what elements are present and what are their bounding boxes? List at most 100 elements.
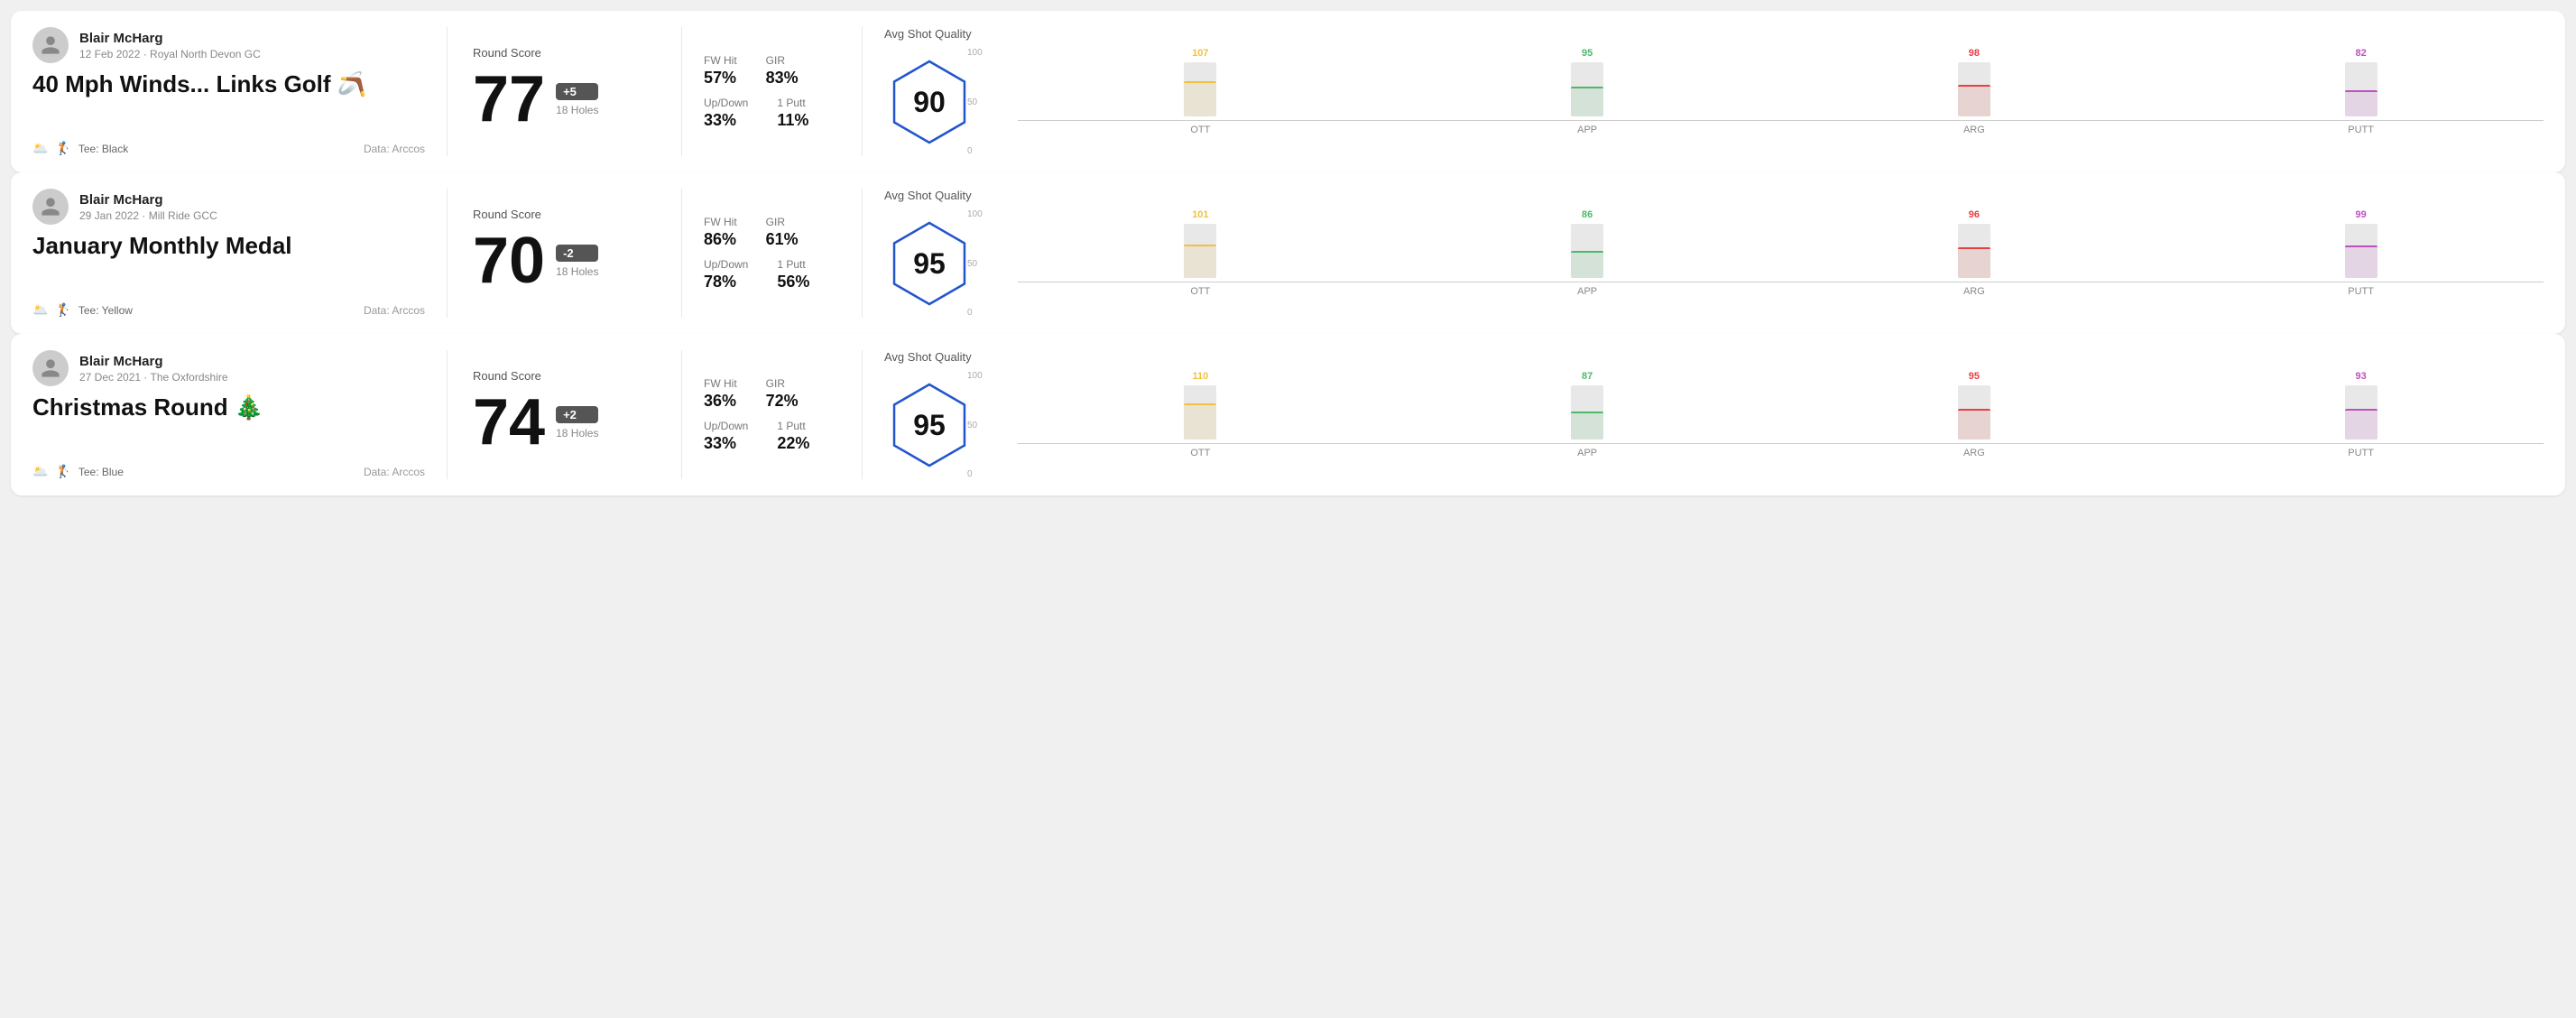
score-big: 74 xyxy=(473,390,545,455)
card-left: Blair McHarg 27 Dec 2021 · The Oxfordshi… xyxy=(32,350,448,479)
gir-label: GIR xyxy=(766,216,799,228)
bar-chart-wrap: 100 50 0 101 86 96 xyxy=(993,209,2544,318)
avatar xyxy=(32,350,69,386)
x-axis-labels: OTTAPPARGPUTT xyxy=(1018,125,2544,135)
weather-icon: 🌥️ xyxy=(32,141,48,156)
round-title: 40 Mph Winds... Links Golf 🪃 xyxy=(32,70,425,98)
score-big: 70 xyxy=(473,228,545,293)
updown-label: Up/Down xyxy=(704,97,748,109)
bar-chart-wrap: 100 50 0 107 95 98 xyxy=(993,48,2544,156)
bar-bg xyxy=(1184,224,1216,278)
gir-value: 72% xyxy=(766,392,799,411)
score-badge: +5 xyxy=(556,83,598,100)
stat-updown: Up/Down 33% xyxy=(704,97,748,130)
bar-bg xyxy=(1571,224,1603,278)
bar-value: 86 xyxy=(1582,209,1593,220)
stats-row-bottom: Up/Down 78% 1 Putt 56% xyxy=(704,258,840,292)
stats-grid: FW Hit 86% GIR 61% Up/Down 78% 1 Putt xyxy=(682,189,863,318)
gir-label: GIR xyxy=(766,377,799,390)
y-axis-labels: 100 50 0 xyxy=(967,48,983,156)
bar-fill xyxy=(1958,409,1990,440)
hexagon-container: 90 xyxy=(884,57,974,147)
weather-icon: 🌥️ xyxy=(32,302,48,318)
fw-hit-value: 57% xyxy=(704,69,737,88)
user-name: Blair McHarg xyxy=(79,192,217,208)
stat-oneputt: 1 Putt 56% xyxy=(777,258,809,292)
bar-x-label: OTT xyxy=(1018,448,1383,458)
round-title: Christmas Round 🎄 xyxy=(32,393,425,421)
stats-row-top: FW Hit 57% GIR 83% xyxy=(704,54,840,88)
quality-section: 95 100 50 0 101 86 xyxy=(884,209,2544,318)
stat-updown: Up/Down 33% xyxy=(704,420,748,453)
data-source: Data: Arccos xyxy=(364,304,425,317)
bar-fill xyxy=(2345,245,2377,278)
tee-label: Tee: Black xyxy=(78,143,128,155)
bar-fill xyxy=(1571,412,1603,440)
bar-chart-wrap: 100 50 0 110 87 95 xyxy=(993,371,2544,479)
bar-x-label: OTT xyxy=(1018,125,1383,135)
bar-x-label: APP xyxy=(1405,286,1770,297)
fw-hit-label: FW Hit xyxy=(704,377,737,390)
bar-group-app: 86 xyxy=(1405,209,1770,278)
bar-value: 101 xyxy=(1192,209,1208,220)
hexagon-container: 95 xyxy=(884,218,974,309)
bars-area: 101 86 96 99 xyxy=(1018,209,2544,282)
bar-x-label: PUTT xyxy=(2178,448,2544,458)
score-row: 70 -2 18 Holes xyxy=(473,228,656,293)
bar-value: 96 xyxy=(1969,209,1980,220)
bar-group-arg: 98 xyxy=(1792,48,2157,116)
data-source: Data: Arccos xyxy=(364,466,425,478)
stats-row-bottom: Up/Down 33% 1 Putt 11% xyxy=(704,97,840,130)
user-icon xyxy=(40,196,61,217)
card-right: Avg Shot Quality 90 100 50 0 107 xyxy=(863,27,2544,156)
card-left: Blair McHarg 29 Jan 2022 · Mill Ride GCC… xyxy=(32,189,448,318)
bag-icon: 🏌️ xyxy=(55,464,70,479)
avg-shot-quality-label: Avg Shot Quality xyxy=(884,350,2544,364)
updown-value: 33% xyxy=(704,111,748,130)
bar-group-app: 87 xyxy=(1405,371,1770,440)
bar-value: 82 xyxy=(2356,48,2367,59)
bar-group-putt: 99 xyxy=(2178,209,2544,278)
stat-fw-hit: FW Hit 36% xyxy=(704,377,737,411)
fw-hit-value: 36% xyxy=(704,392,737,411)
card-middle: Round Score 77 +5 18 Holes xyxy=(448,27,682,156)
oneputt-label: 1 Putt xyxy=(777,258,809,271)
bar-bg xyxy=(1958,224,1990,278)
user-date-course: 27 Dec 2021 · The Oxfordshire xyxy=(79,371,228,384)
holes-label: 18 Holes xyxy=(556,104,598,116)
updown-label: Up/Down xyxy=(704,258,748,271)
bar-bg xyxy=(1571,62,1603,116)
bar-group-ott: 101 xyxy=(1018,209,1383,278)
score-badge: +2 xyxy=(556,406,598,423)
bar-bg xyxy=(2345,62,2377,116)
score-row: 74 +2 18 Holes xyxy=(473,390,656,455)
user-date-course: 12 Feb 2022 · Royal North Devon GC xyxy=(79,48,261,60)
holes-label: 18 Holes xyxy=(556,427,598,440)
avatar xyxy=(32,189,69,225)
updown-value: 78% xyxy=(704,273,748,292)
stat-fw-hit: FW Hit 57% xyxy=(704,54,737,88)
oneputt-label: 1 Putt xyxy=(777,97,808,109)
gir-value: 83% xyxy=(766,69,799,88)
bar-x-label: PUTT xyxy=(2178,125,2544,135)
bar-fill xyxy=(1184,245,1216,278)
score-row: 77 +5 18 Holes xyxy=(473,67,656,132)
tee-label: Tee: Yellow xyxy=(78,304,133,317)
card-footer: 🌥️ 🏌️ Tee: Yellow Data: Arccos xyxy=(32,302,425,318)
score-big: 77 xyxy=(473,67,545,132)
bars-area: 107 95 98 82 xyxy=(1018,48,2544,121)
oneputt-value: 56% xyxy=(777,273,809,292)
bar-chart: 100 50 0 110 87 95 xyxy=(993,371,2544,479)
stat-gir: GIR 61% xyxy=(766,216,799,249)
bar-bg xyxy=(1184,385,1216,440)
bar-x-label: ARG xyxy=(1792,125,2157,135)
bar-value: 110 xyxy=(1193,371,1209,382)
bar-fill xyxy=(2345,90,2377,116)
bar-bg xyxy=(1958,62,1990,116)
score-badge: -2 xyxy=(556,245,598,262)
user-info: Blair McHarg 27 Dec 2021 · The Oxfordshi… xyxy=(32,350,425,386)
round-card: Blair McHarg 27 Dec 2021 · The Oxfordshi… xyxy=(11,334,2565,495)
bar-fill xyxy=(1571,87,1603,116)
user-icon xyxy=(40,34,61,56)
card-middle: Round Score 74 +2 18 Holes xyxy=(448,350,682,479)
